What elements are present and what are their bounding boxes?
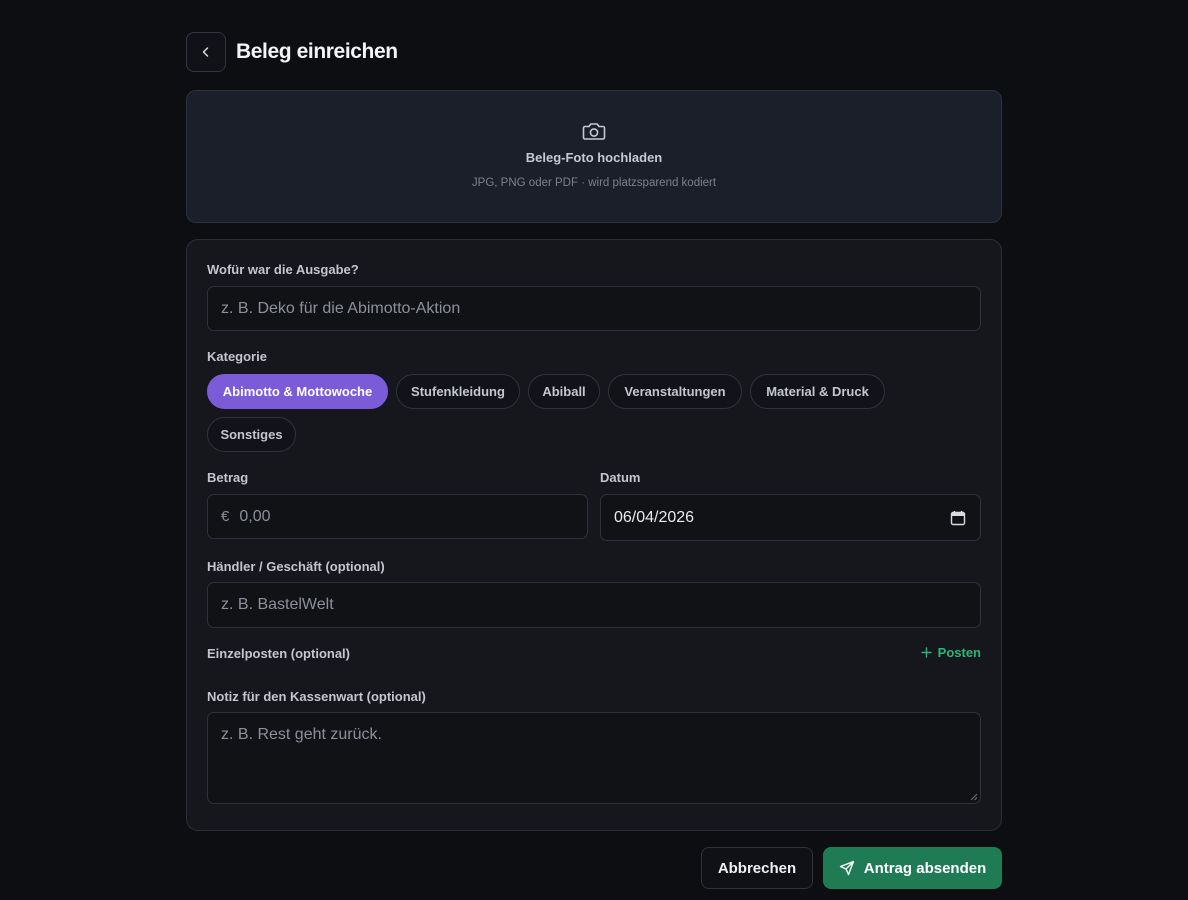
amount-label: Betrag xyxy=(207,470,249,485)
purpose-placeholder: z. B. Deko für die Abimotto-Aktion xyxy=(221,299,461,317)
submit-button[interactable]: Antrag absenden xyxy=(823,847,1002,889)
category-chip-abimotto[interactable]: Abimotto & Mottowoche xyxy=(207,374,388,409)
calendar-icon[interactable] xyxy=(950,510,966,526)
upload-title: Beleg-Foto hochladen xyxy=(525,150,663,165)
plus-icon xyxy=(920,647,932,658)
merchant-placeholder: z. B. BastelWelt xyxy=(221,596,334,613)
add-posten-button[interactable]: Posten xyxy=(920,645,981,660)
purpose-label: Wofür war die Ausgabe? xyxy=(207,262,359,277)
category-chip-veranstaltungen[interactable]: Veranstaltungen xyxy=(608,374,742,409)
amount-placeholder: 0,00 xyxy=(239,507,271,525)
page-title: Beleg einreichen xyxy=(236,40,398,63)
upload-hint: JPG, PNG oder PDF · wird platzsparend ko… xyxy=(471,177,717,189)
purpose-input[interactable]: z. B. Deko für die Abimotto-Aktion xyxy=(207,286,981,331)
category-chip-sonstiges[interactable]: Sonstiges xyxy=(207,417,296,452)
merchant-label: Händler / Geschäft (optional) xyxy=(207,559,385,574)
camera-icon xyxy=(582,123,606,140)
items-label: Einzelposten (optional) xyxy=(207,646,350,661)
date-value: 06/04/2026 xyxy=(614,508,695,526)
note-textarea[interactable]: z. B. Rest geht zurück. xyxy=(207,712,981,804)
cancel-button[interactable]: Abbrechen xyxy=(701,847,813,889)
back-button[interactable] xyxy=(186,32,226,72)
category-chip-material-druck[interactable]: Material & Druck xyxy=(750,374,885,409)
amount-input[interactable]: € 0,00 xyxy=(207,494,588,539)
page-header: Beleg einreichen xyxy=(186,32,398,72)
category-chip-abiball[interactable]: Abiball xyxy=(528,374,600,409)
currency-symbol: € xyxy=(221,508,230,525)
submit-label: Antrag absenden xyxy=(863,859,987,877)
add-posten-label: Posten xyxy=(937,645,981,660)
receipt-upload-dropzone[interactable]: Beleg-Foto hochladen JPG, PNG oder PDF ·… xyxy=(186,90,1002,223)
chevron-left-icon xyxy=(202,47,209,57)
resize-handle-icon[interactable] xyxy=(970,793,978,801)
note-label: Notiz für den Kassenwart (optional) xyxy=(207,689,426,704)
note-placeholder: z. B. Rest geht zurück. xyxy=(221,726,382,743)
date-input[interactable]: 06/04/2026 xyxy=(600,494,981,541)
category-label: Kategorie xyxy=(207,349,267,364)
merchant-input[interactable]: z. B. BastelWelt xyxy=(207,582,981,628)
receipt-form: Wofür war die Ausgabe? z. B. Deko für di… xyxy=(186,239,1002,831)
category-chip-stufenkleidung[interactable]: Stufenkleidung xyxy=(396,374,520,409)
date-label: Datum xyxy=(600,470,641,485)
send-icon xyxy=(839,860,854,876)
